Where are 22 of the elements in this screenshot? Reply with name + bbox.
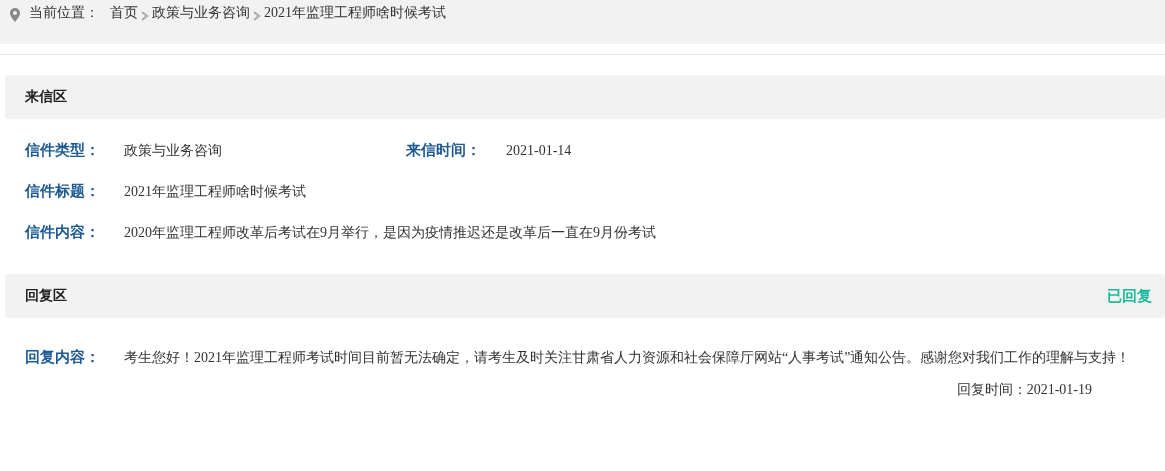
field-label: 回复内容： xyxy=(25,348,101,367)
section-title: 来信区 xyxy=(25,88,67,106)
breadcrumb-label: 当前位置： xyxy=(29,4,99,22)
field-value: 2021-01-14 xyxy=(506,142,572,160)
breadcrumb-link[interactable]: 首页 xyxy=(110,4,138,22)
field-label: 信件类型： xyxy=(25,141,101,160)
field-value: 2020年监理工程师改革后考试在9月举行，是因为疫情推迟还是改革后一直在9月份考试 xyxy=(124,224,656,242)
field-value: 政策与业务咨询 xyxy=(124,142,223,160)
field-label: 来信时间： xyxy=(406,141,482,160)
field-label: 信件标题： xyxy=(25,182,101,201)
breadcrumb-link[interactable]: 2021年监理工程师啥时候考试 xyxy=(264,4,446,22)
field-label: 信件内容： xyxy=(25,223,101,242)
chevron-icon xyxy=(253,11,261,21)
location-pin-icon xyxy=(10,8,20,22)
section-title: 回复区 xyxy=(25,287,67,305)
reply-time-label: 回复时间： xyxy=(956,381,1027,399)
field-value: 2021年监理工程师啥时候考试 xyxy=(124,183,306,201)
reply-text: 考生您好！2021年监理工程师考试时间目前暂无法确定，请考生及时关注甘肃省人力资源和社会保障厅网站“人事考试”通知公告。感谢您对我们工作的理解与支持！ xyxy=(124,349,1132,367)
breadcrumb-link[interactable]: 政策与业务咨询 xyxy=(152,4,250,22)
reply-time-value: 2021-01-19 xyxy=(1026,381,1092,399)
reply-status: 已回复 xyxy=(1107,286,1152,306)
chevron-icon xyxy=(141,11,149,21)
